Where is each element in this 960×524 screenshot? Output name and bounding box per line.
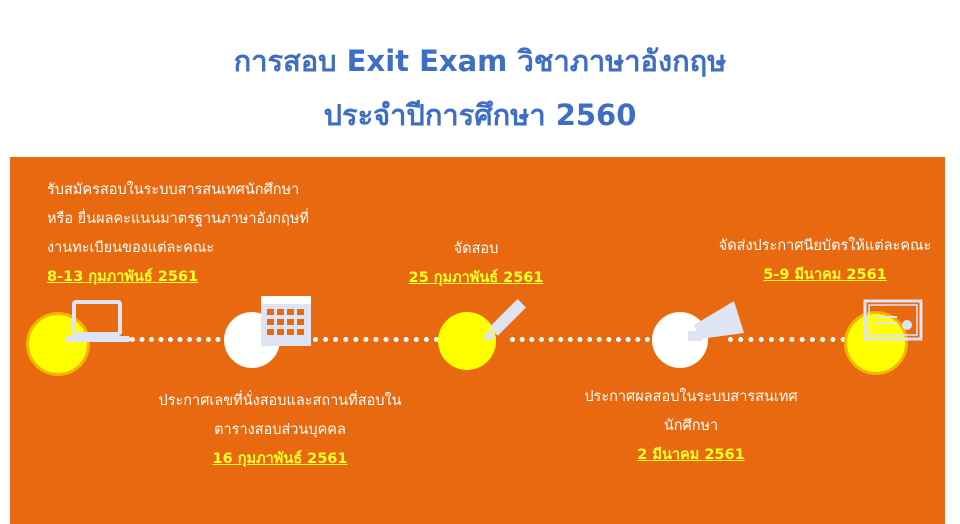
step2-line2: ตารางสอบส่วนบุคคล [214, 422, 346, 438]
step2-line1: ประกาศเลขที่นั่งสอบและสถานที่สอบใน [158, 393, 402, 409]
step3-line1: จัดสอบ [453, 241, 499, 257]
step2-date: 16 กุมภาพันธ์ 2561 [212, 451, 348, 467]
step1-line1: รับสมัครสอบในระบบสารสนเทศนักศึกษา [47, 182, 300, 198]
step4-date: 2 มีนาคม 2561 [637, 447, 745, 463]
timeline-connector [313, 337, 439, 342]
laptop-icon [66, 300, 130, 342]
step1-description: รับสมัครสอบในระบบสารสนเทศนักศึกษา หรือ ย… [47, 176, 309, 292]
step4-line2: นักศึกษา [663, 418, 719, 434]
page-title: การสอบ Exit Exam วิชาภาษาอังกฤษ [233, 44, 727, 78]
step5-description: จัดส่งประกาศนียบัตรให้แต่ละคณะ 5-9 มีนาค… [710, 232, 940, 290]
step1-date: 8-13 กุมภาพันธ์ 2561 [47, 269, 199, 285]
step4-description: ประกาศผลสอบในระบบสารสนเทศ นักศึกษา 2 มีน… [566, 383, 816, 470]
timeline-connector [728, 337, 856, 342]
calendar-icon [261, 296, 311, 346]
timeline-connector [510, 337, 650, 342]
step1-line2: หรือ ยื่นผลคะแนนมาตรฐานภาษาอังกฤษที่ [47, 211, 309, 227]
timeline-connector [130, 337, 230, 342]
step4-line1: ประกาศผลสอบในระบบสารสนเทศ [584, 389, 798, 405]
step3-description: จัดสอบ 25 กุมภาพันธ์ 2561 [396, 235, 556, 293]
page-subtitle: ประจำปีการศึกษา 2560 [323, 98, 637, 132]
step5-date: 5-9 มีนาคม 2561 [763, 267, 887, 283]
pencil-icon [483, 298, 527, 342]
step1-line3: งานทะเบียนของแต่ละคณะ [47, 240, 215, 256]
step5-line1: จัดส่งประกาศนียบัตรให้แต่ละคณะ [718, 238, 932, 254]
certificate-icon [863, 299, 923, 341]
timeline-panel: รับสมัครสอบในระบบสารสนเทศนักศึกษา หรือ ย… [10, 157, 945, 524]
step2-description: ประกาศเลขที่นั่งสอบและสถานที่สอบใน ตาราง… [135, 387, 425, 474]
megaphone-icon [688, 301, 744, 341]
step3-date: 25 กุมภาพันธ์ 2561 [408, 270, 544, 286]
